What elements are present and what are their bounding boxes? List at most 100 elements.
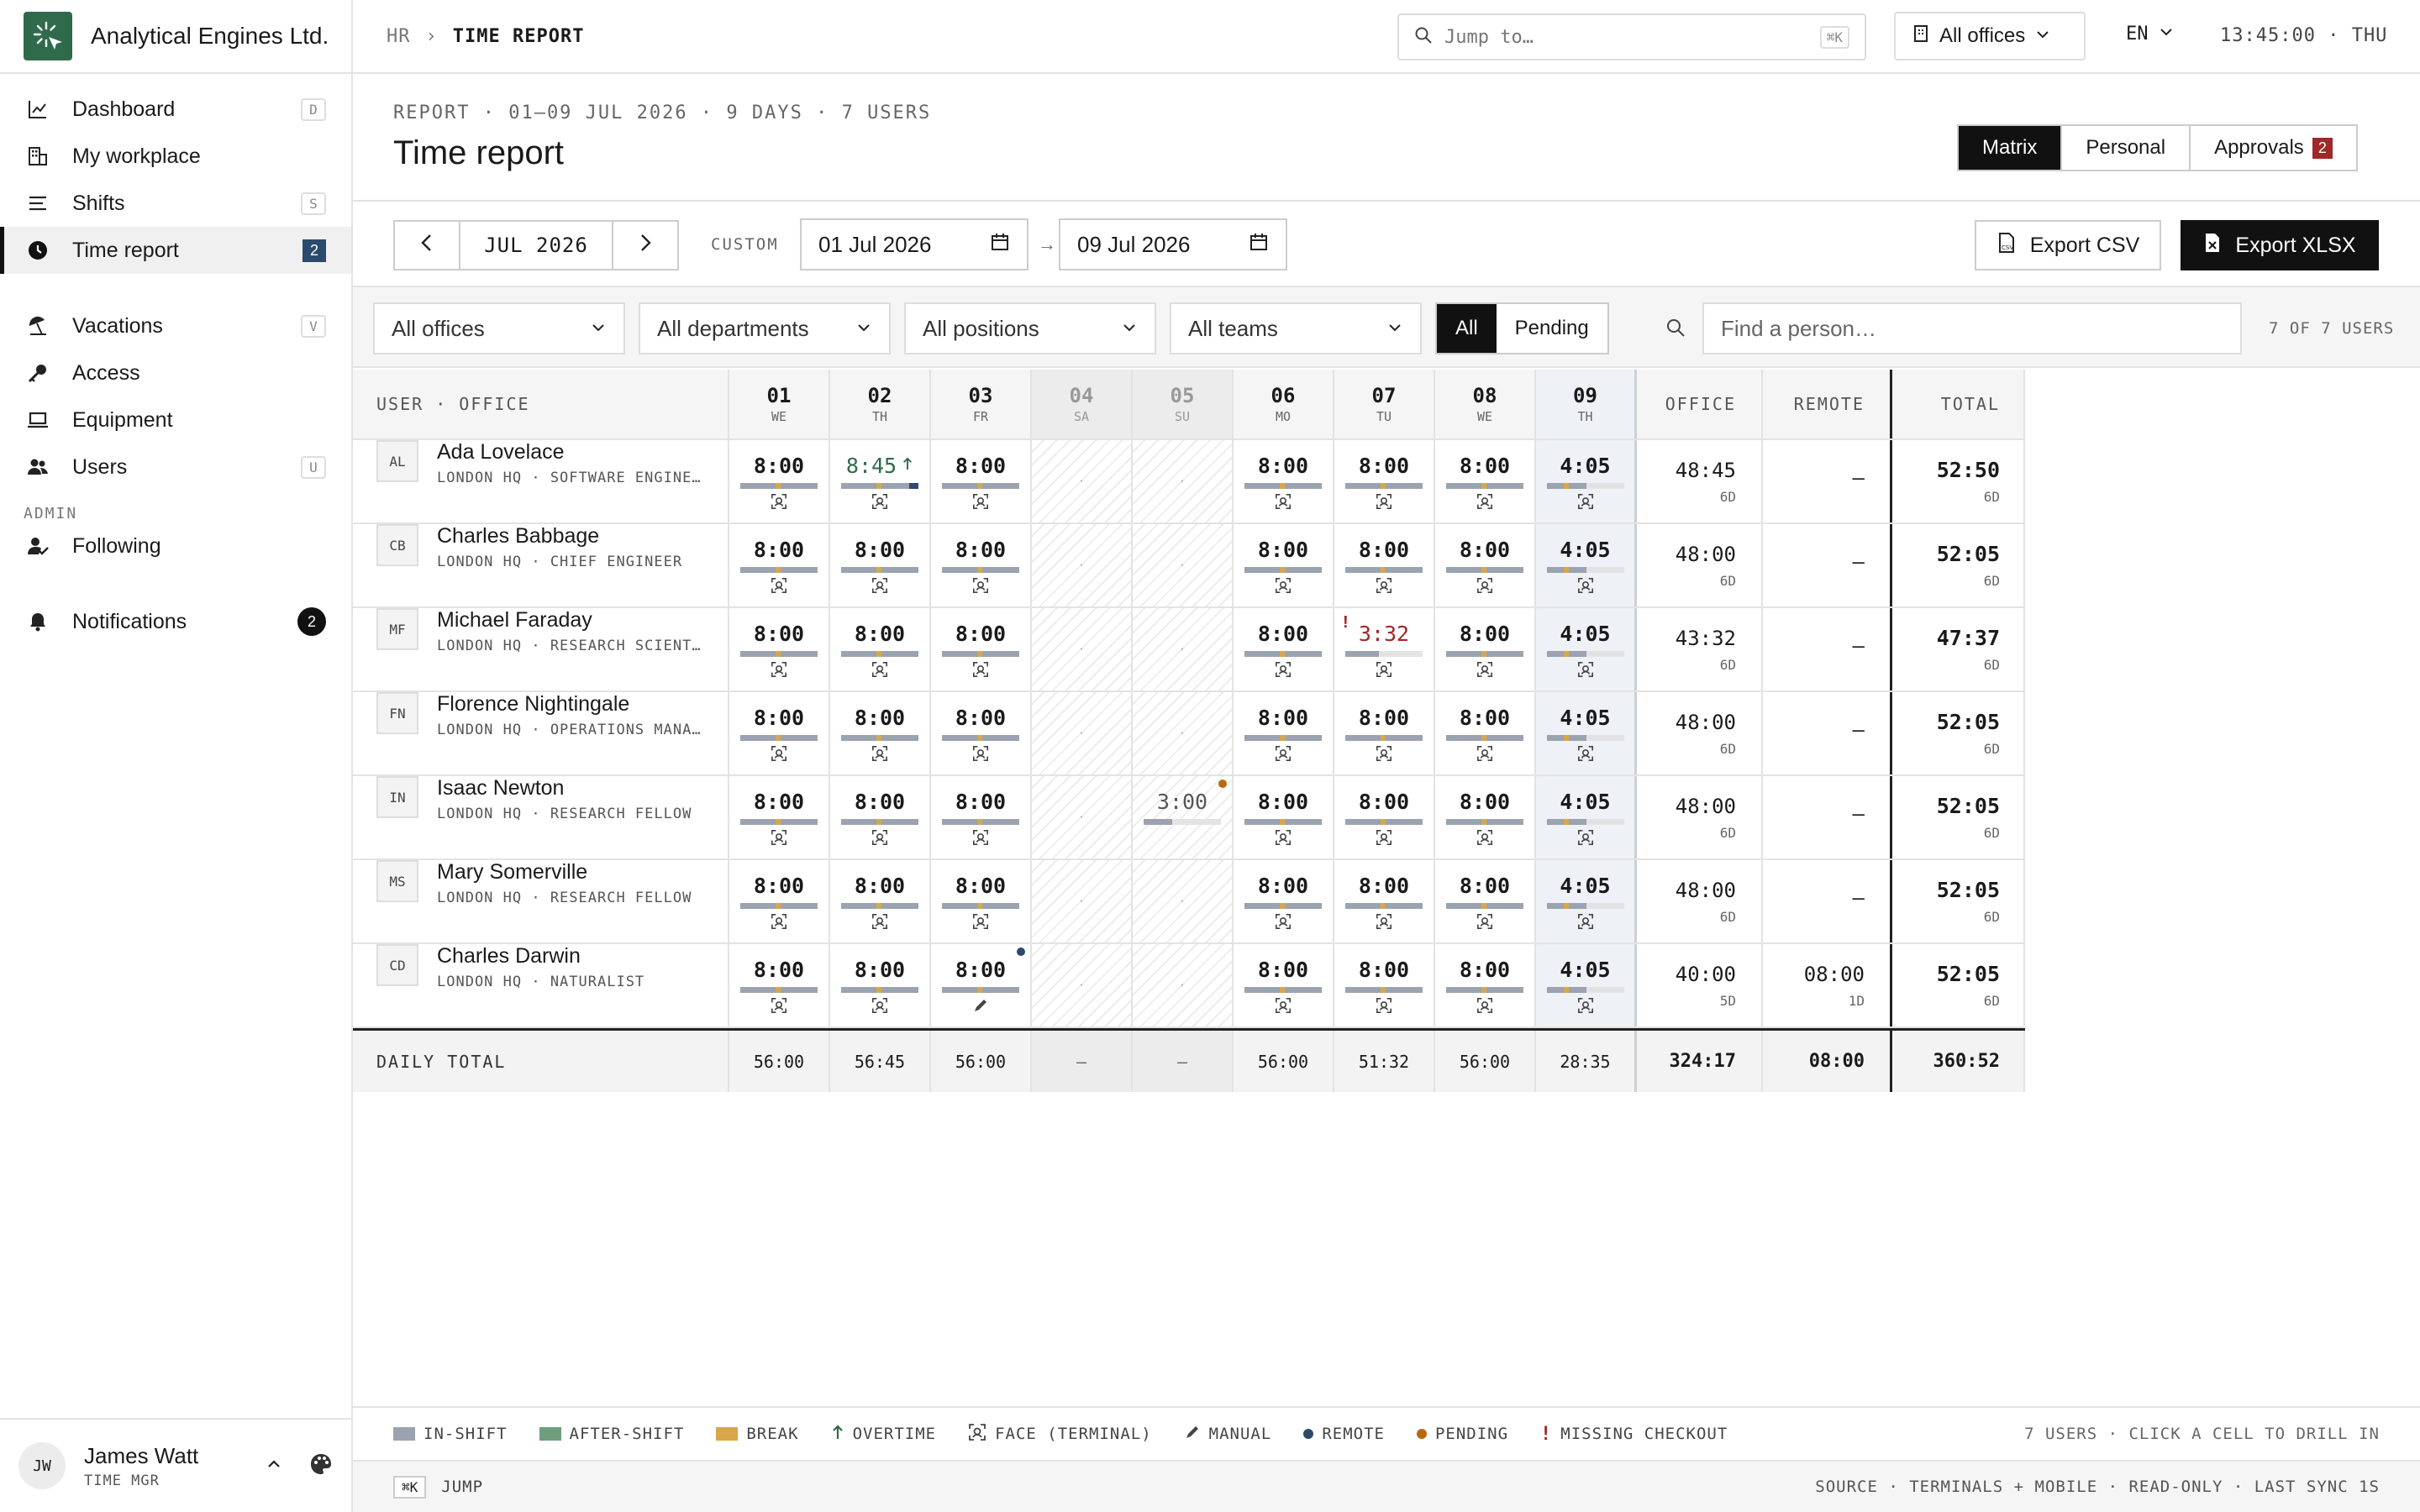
nav-following[interactable]: Following (0, 522, 351, 570)
day-cell[interactable]: 8:00 (1334, 776, 1435, 858)
status-all[interactable]: All (1437, 304, 1497, 353)
breadcrumb-parent[interactable]: HR (387, 26, 411, 47)
col-day-01[interactable]: 01 WE (729, 370, 830, 438)
brand[interactable]: Analytical Engines Ltd. (0, 0, 351, 74)
day-cell[interactable]: 4:05 (1536, 944, 1637, 1026)
day-cell[interactable]: 4:05 (1536, 776, 1637, 858)
nav-users[interactable]: Users U (0, 444, 351, 491)
day-cell[interactable]: · (1133, 608, 1234, 690)
day-cell[interactable]: 3:32! (1334, 608, 1435, 690)
day-cell[interactable]: 8:00 (830, 524, 931, 606)
table-row[interactable]: AL Ada Lovelace LONDON HQ · SOFTWARE ENGIN… (353, 440, 2025, 524)
day-cell[interactable]: 8:00 (931, 692, 1032, 774)
day-cell[interactable]: 8:00 (1234, 944, 1334, 1026)
day-cell[interactable]: 4:05 (1536, 440, 1637, 522)
day-cell[interactable]: 8:00 (1435, 524, 1536, 606)
day-cell[interactable]: 8:00 (931, 440, 1032, 522)
day-cell[interactable]: 4:05 (1536, 608, 1637, 690)
col-day-07[interactable]: 07 TU (1334, 370, 1435, 438)
language-selector[interactable]: EN (2126, 24, 2174, 45)
day-cell[interactable]: · (1133, 524, 1234, 606)
day-cell[interactable]: 8:00 (1334, 944, 1435, 1026)
day-cell[interactable]: · (1133, 860, 1234, 942)
day-cell[interactable]: 8:00 (1334, 692, 1435, 774)
day-cell[interactable]: 8:00 (830, 692, 931, 774)
day-cell[interactable]: · (1032, 692, 1133, 774)
view-matrix[interactable]: Matrix (1959, 126, 2061, 170)
office-selector[interactable]: All offices (1894, 12, 2086, 60)
day-cell[interactable]: 8:00 (1334, 860, 1435, 942)
nav-my-workplace[interactable]: My workplace (0, 133, 351, 180)
day-cell[interactable]: 8:00 (1435, 860, 1536, 942)
day-cell[interactable]: 8:00 (729, 944, 830, 1026)
export-csv-button[interactable]: CSV Export CSV (1975, 220, 2161, 270)
palette-icon[interactable] (309, 1452, 333, 1480)
filter-positions[interactable]: All positions (904, 302, 1156, 354)
day-cell[interactable]: 8:00 (1234, 860, 1334, 942)
day-cell[interactable]: · (1032, 944, 1133, 1026)
day-cell[interactable]: 4:05 (1536, 860, 1637, 942)
user-cell[interactable]: CB Charles Babbage LONDON HQ · CHIEF ENGIN… (353, 524, 729, 606)
day-cell[interactable]: 8:00 (1435, 440, 1536, 522)
user-cell[interactable]: AL Ada Lovelace LONDON HQ · SOFTWARE ENGIN… (353, 440, 729, 522)
view-approvals[interactable]: Approvals 2 (2189, 126, 2356, 170)
day-cell[interactable]: 8:00 (1234, 692, 1334, 774)
day-cell[interactable]: · (1032, 860, 1133, 942)
day-cell[interactable]: · (1133, 692, 1234, 774)
day-cell[interactable]: 3:00 (1133, 776, 1234, 858)
day-cell[interactable]: 8:00 (931, 776, 1032, 858)
shortcut-key[interactable]: ⌘K (393, 1475, 427, 1499)
day-cell[interactable]: 4:05 (1536, 524, 1637, 606)
day-cell[interactable]: 8:00 (931, 524, 1032, 606)
nav-notifications[interactable]: Notifications 2 (0, 598, 351, 645)
day-cell[interactable]: 8:00 (1435, 944, 1536, 1026)
day-cell[interactable]: · (1133, 944, 1234, 1026)
date-to-field[interactable]: 09 Jul 2026 (1059, 218, 1287, 270)
day-cell[interactable]: 8:00 (1435, 608, 1536, 690)
day-cell[interactable]: 8:00 (1234, 608, 1334, 690)
day-cell[interactable]: · (1032, 524, 1133, 606)
filter-departments[interactable]: All departments (639, 302, 891, 354)
nav-vacations[interactable]: Vacations V (0, 302, 351, 349)
day-cell[interactable]: 8:00 (931, 944, 1032, 1026)
user-cell[interactable]: MF Michael Faraday LONDON HQ · RESEARCH SC… (353, 608, 729, 690)
export-xlsx-button[interactable]: Export XLSX (2181, 220, 2379, 270)
day-cell[interactable]: 8:00 (1234, 776, 1334, 858)
day-cell[interactable]: 8:00 (1435, 692, 1536, 774)
user-cell[interactable]: IN Isaac Newton LONDON HQ · RESEARCH FELLO… (353, 776, 729, 858)
day-cell[interactable]: · (1032, 440, 1133, 522)
col-day-06[interactable]: 06 MO (1234, 370, 1334, 438)
day-cell[interactable]: 8:00 (729, 860, 830, 942)
status-pending[interactable]: Pending (1497, 304, 1607, 353)
user-cell[interactable]: MS Mary Somerville LONDON HQ · RESEARCH FE… (353, 860, 729, 942)
nav-time-report[interactable]: Time report 2 (0, 227, 351, 274)
day-cell[interactable]: 8:00 (1334, 440, 1435, 522)
nav-equipment[interactable]: Equipment (0, 396, 351, 444)
day-cell[interactable]: 8:00 (931, 860, 1032, 942)
table-row[interactable]: MS Mary Somerville LONDON HQ · RESEARCH FE… (353, 860, 2025, 944)
day-cell[interactable]: 8:00 (830, 860, 931, 942)
next-month-button[interactable] (613, 222, 677, 269)
col-day-09-today[interactable]: 09 TH (1536, 370, 1637, 438)
day-cell[interactable]: · (1133, 440, 1234, 522)
day-cell[interactable]: 8:00 (830, 944, 931, 1026)
day-cell[interactable]: 8:00 (1334, 524, 1435, 606)
nav-dashboard[interactable]: Dashboard D (0, 86, 351, 133)
col-day-03[interactable]: 03 FR (931, 370, 1032, 438)
day-cell[interactable]: 8:00 (1234, 440, 1334, 522)
col-day-08[interactable]: 08 WE (1435, 370, 1536, 438)
nav-shifts[interactable]: Shifts S (0, 180, 351, 227)
day-cell[interactable]: · (1032, 776, 1133, 858)
day-cell[interactable]: 8:00 (931, 608, 1032, 690)
col-day-05[interactable]: 05 SU (1133, 370, 1234, 438)
col-day-02[interactable]: 02 TH (830, 370, 931, 438)
day-cell[interactable]: 8:00 (830, 608, 931, 690)
view-personal[interactable]: Personal (2060, 126, 2189, 170)
current-user[interactable]: JW James Watt TIME MGR (0, 1418, 351, 1512)
nav-access[interactable]: Access (0, 349, 351, 396)
table-row[interactable]: FN Florence Nightingale LONDON HQ · OPERAT… (353, 692, 2025, 776)
chevron-up-icon[interactable] (266, 1456, 282, 1477)
day-cell[interactable]: 8:00 (729, 440, 830, 522)
day-cell[interactable]: 8:00 (1435, 776, 1536, 858)
day-cell[interactable]: 8:00 (729, 692, 830, 774)
